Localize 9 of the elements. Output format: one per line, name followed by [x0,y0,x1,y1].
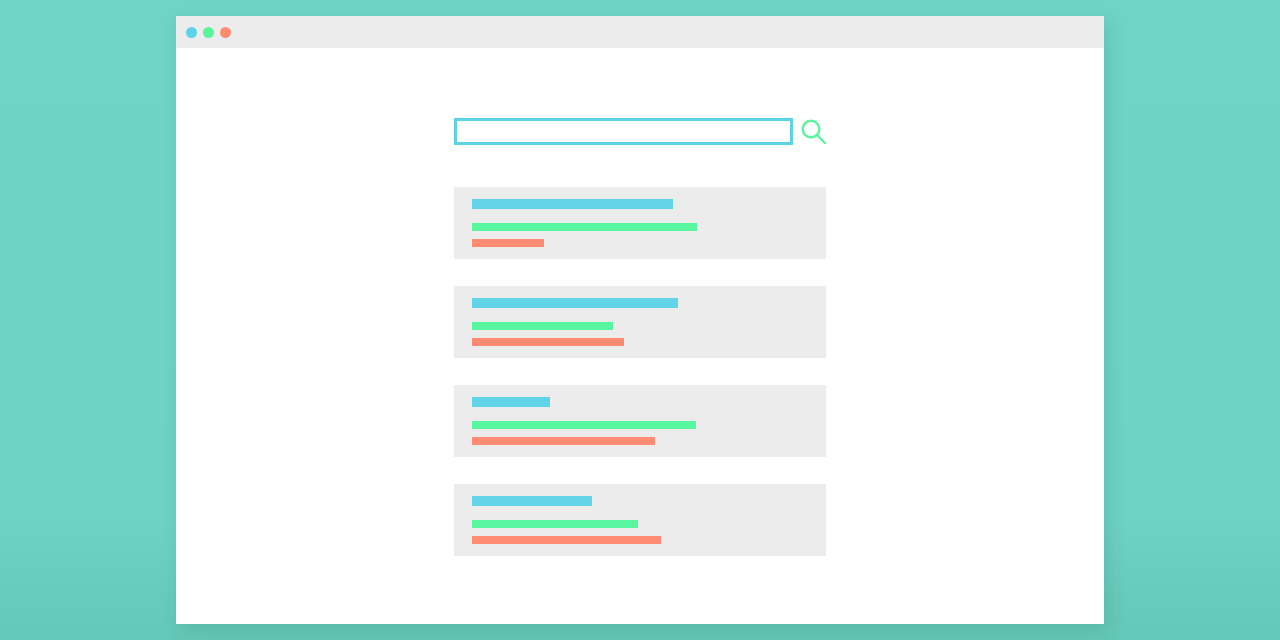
window-dot-icon[interactable] [203,26,214,38]
window-dot-icon[interactable] [220,26,231,38]
result-card[interactable] [454,385,826,457]
search-field[interactable] [454,118,793,145]
result-card[interactable] [454,187,826,259]
search-icon[interactable] [801,119,826,144]
result-card[interactable] [454,484,826,556]
result-card[interactable] [454,286,826,358]
window-dot-icon[interactable] [186,26,197,38]
